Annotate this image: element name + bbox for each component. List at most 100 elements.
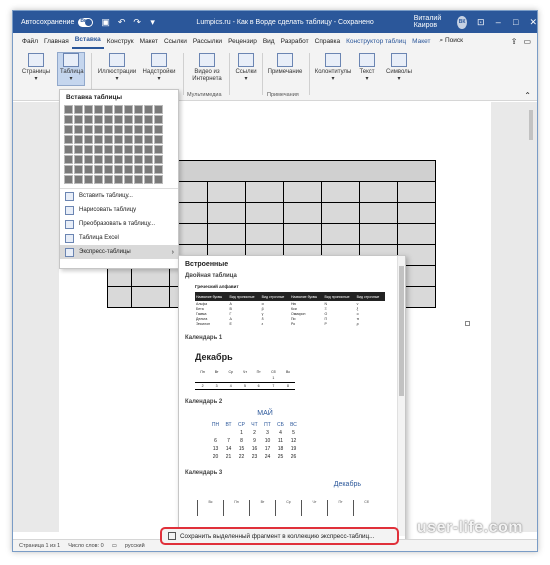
share-icon[interactable]: ⇪ — [511, 37, 518, 46]
table-size-grid[interactable] — [64, 105, 178, 184]
symbols-button[interactable]: Символы ▾ — [383, 53, 415, 83]
tab-insert[interactable]: Вставка — [71, 33, 104, 49]
addins-button[interactable]: Надстройки ▾ — [141, 53, 177, 83]
gallery-scrollbar-thumb[interactable] — [399, 266, 404, 396]
cal1-date: 3 — [210, 382, 224, 390]
text-button[interactable]: Текст ▾ — [357, 53, 377, 83]
tab-home[interactable]: Главная — [41, 38, 72, 45]
save-selection-to-gallery-button[interactable]: Сохранить выделенный фрагмент в коллекци… — [160, 527, 399, 545]
undo-icon[interactable]: ↶ — [118, 17, 126, 28]
redo-icon[interactable]: ↷ — [133, 17, 141, 28]
cal2-day: ПТ — [264, 421, 271, 428]
online-video-button[interactable]: Видео из Интернета — [187, 53, 227, 83]
cal1-day: Пн — [200, 369, 205, 374]
table-button[interactable]: Таблица ▾ — [57, 52, 85, 86]
tab-view[interactable]: Вид — [260, 38, 278, 45]
cal2-date: 15 — [238, 445, 245, 452]
gt-cell: Эпсилон — [196, 321, 211, 326]
comments-icon[interactable]: ▭ — [523, 37, 531, 46]
calendar-3-preview[interactable]: Декабрь Вс Пн Вт Ср Чт Пт Сб — [195, 481, 391, 516]
cal2-date: 25 — [277, 453, 284, 460]
tab-review[interactable]: Рецензир — [225, 38, 260, 45]
tab-developer[interactable]: Разработ — [278, 38, 312, 45]
cal1-date — [223, 375, 239, 383]
cal1-date — [281, 375, 295, 383]
cal1-date — [195, 375, 211, 383]
tab-help[interactable]: Справка — [312, 38, 344, 45]
draw-table-icon — [65, 205, 74, 215]
tab-design[interactable]: Конструк — [104, 38, 137, 45]
pages-button[interactable]: Страницы ▾ — [19, 53, 53, 83]
watermark: user-life.com — [416, 519, 523, 536]
cal2-date: 24 — [264, 453, 271, 460]
cal1-day: Сб — [271, 369, 276, 374]
draw-table-item[interactable]: Нарисовать таблицу — [60, 203, 178, 217]
close-icon[interactable]: ✕ — [529, 17, 537, 28]
customize-qat-icon[interactable]: ▾ — [149, 17, 156, 28]
tab-references[interactable]: Ссылки — [161, 38, 190, 45]
group-media-label: Мультимедиа — [187, 92, 222, 98]
tab-file[interactable]: Файл — [19, 38, 41, 45]
scrollbar-thumb[interactable] — [529, 110, 533, 140]
calendar-2-preview[interactable]: МАЙ ПН ВТ СР ЧТ ПТ СБ ВС 12345 6 7 8 9 10 11 12 13 14… — [195, 410, 335, 461]
quick-tables-item[interactable]: Экспресс-таблицы › — [60, 245, 178, 259]
cal2-date: 21 — [225, 453, 232, 460]
page-count[interactable]: Страница 1 из 1 — [19, 543, 60, 549]
proofing-icon[interactable]: ▭ — [112, 543, 117, 549]
cal2-date — [209, 429, 222, 437]
gt-header: Вид прописные — [228, 292, 261, 301]
excel-table-item[interactable]: Таблица Excel — [60, 231, 178, 245]
gt-cell: Р — [324, 321, 327, 326]
gallery-heading: Встроенные — [185, 261, 229, 268]
word-count[interactable]: Число слов: 0 — [68, 543, 103, 549]
header-footer-label: Колонтитулы — [314, 69, 352, 75]
gt-header: Название буквы — [289, 292, 324, 301]
comment-button[interactable]: Примечание — [265, 53, 305, 76]
tab-mailings[interactable]: Рассылки — [190, 38, 225, 45]
vertical-scrollbar[interactable] — [528, 108, 534, 518]
ribbon-display-icon[interactable]: ⊡ — [477, 17, 485, 28]
avatar[interactable]: ВК — [457, 15, 467, 29]
cal3-day: Ср — [275, 499, 301, 516]
illustrations-button[interactable]: Иллюстрации ▾ — [95, 53, 139, 83]
language[interactable]: русский — [125, 543, 145, 549]
search-box[interactable]: ⌕ Поиск — [440, 37, 463, 45]
autosave-label: Автосохранение — [21, 18, 75, 26]
gt-cell: Ро — [290, 321, 296, 326]
convert-to-table-item-label: Преобразовать в таблицу... — [79, 221, 155, 227]
cal2-day: ЧТ — [251, 421, 258, 428]
save-selection-label: Сохранить выделенный фрагмент в коллекци… — [180, 532, 375, 540]
convert-to-table-item[interactable]: Преобразовать в таблицу... — [60, 217, 178, 231]
cal2-date: 13 — [212, 445, 219, 452]
maximize-icon[interactable]: □ — [512, 17, 519, 27]
gallery-scrollbar[interactable] — [397, 256, 405, 536]
double-table-preview[interactable]: Греческий алфавит Название буквы Вид про… — [195, 284, 391, 326]
comment-label: Примечание — [267, 69, 303, 75]
cal2-date: 23 — [251, 453, 258, 460]
cal2-date: 8 — [240, 437, 243, 444]
calendar-1-month: Декабрь — [195, 352, 233, 362]
collapse-ribbon-icon[interactable]: ⌃ — [524, 91, 531, 100]
tab-table-layout[interactable]: Макет — [409, 38, 433, 45]
tab-layout[interactable]: Макет — [137, 38, 161, 45]
cal2-day: ВТ — [225, 421, 232, 428]
autosave-toggle[interactable]: Вкл — [78, 17, 94, 27]
save-icon[interactable]: ▣ — [101, 17, 110, 28]
comment-icon — [277, 53, 293, 67]
cal2-date: 26 — [290, 453, 297, 460]
insert-table-item[interactable]: Вставить таблицу... — [60, 189, 178, 203]
cal1-day: Ср — [228, 369, 233, 374]
minimize-icon[interactable]: – — [495, 17, 502, 27]
cal2-date: 18 — [277, 445, 284, 452]
excel-table-item-label: Таблица Excel — [79, 235, 119, 241]
table-resize-handle[interactable] — [465, 321, 470, 326]
cal2-date: 6 — [214, 437, 217, 444]
calendar-1-preview[interactable]: Декабрь Пн Вт Ср Чт Пт Сб Вс 1 2345678 — [195, 352, 391, 390]
cal2-date: 5 — [292, 429, 295, 436]
links-button[interactable]: Ссылки ▾ — [233, 53, 259, 83]
user-name[interactable]: Виталий Каиров — [414, 15, 454, 29]
save-icon — [168, 532, 176, 540]
tab-table-design[interactable]: Конструктор таблиц — [343, 38, 409, 45]
header-footer-button[interactable]: Колонтитулы ▾ — [313, 53, 353, 83]
cal2-date: 7 — [227, 437, 230, 444]
